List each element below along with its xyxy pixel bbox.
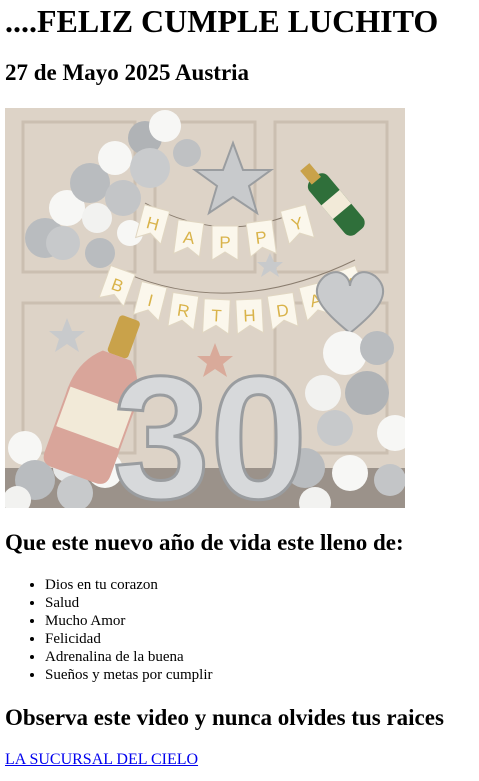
wish-item: Felicidad — [45, 630, 212, 648]
wish-item: Sueños y metas por cumplir — [45, 666, 212, 684]
video-heading: Observa este video y nunca olvides tus r… — [5, 705, 444, 730]
page: ....FELIZ CUMPLE LUCHITO 27 de Mayo 2025… — [0, 0, 479, 781]
wish-item: Salud — [45, 594, 212, 612]
number-balloon: 30 — [113, 341, 308, 508]
wish-item: Adrenalina de la buena — [45, 648, 212, 666]
banner-letter: H — [243, 306, 256, 326]
birthday-photo: HAPPY BIRTHDAY — [5, 108, 405, 508]
wishes-heading: Que este nuevo año de vida este lleno de… — [5, 530, 404, 555]
wish-item: Mucho Amor — [45, 612, 212, 630]
banner-letter: T — [211, 306, 222, 325]
banner-letter: P — [219, 233, 230, 252]
date-heading: 27 de Mayo 2025 Austria — [5, 60, 250, 85]
video-link[interactable]: LA SUCURSAL DEL CIELO — [5, 750, 198, 770]
wishes-list: Dios en tu corazonSaludMucho AmorFelicid… — [45, 576, 212, 684]
wish-item: Dios en tu corazon — [45, 576, 212, 594]
birthday-photo-art: HAPPY BIRTHDAY — [5, 108, 405, 508]
page-title: ....FELIZ CUMPLE LUCHITO — [5, 3, 439, 39]
